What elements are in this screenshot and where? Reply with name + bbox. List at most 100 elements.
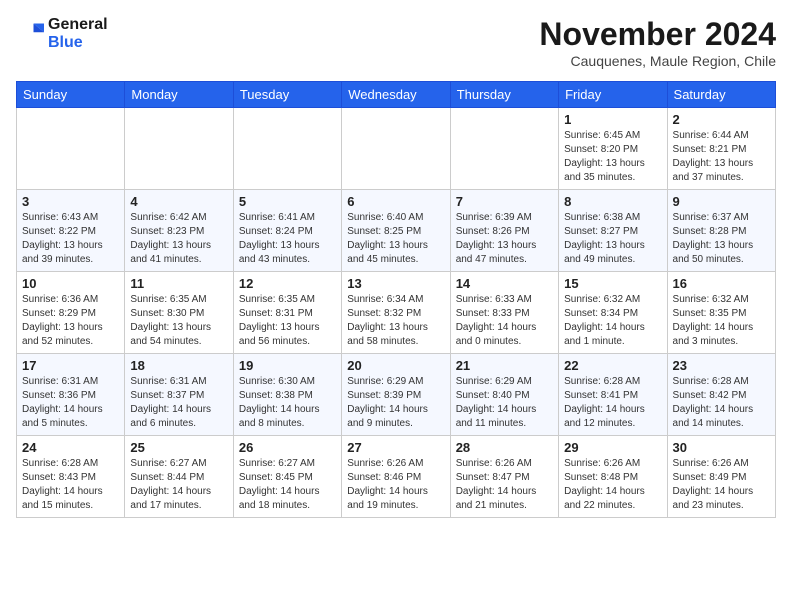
day-number: 18 <box>130 358 227 373</box>
day-number: 14 <box>456 276 553 291</box>
weekday-header-sunday: Sunday <box>17 82 125 108</box>
page-header: General Blue November 2024 Cauquenes, Ma… <box>16 16 776 69</box>
day-number: 15 <box>564 276 661 291</box>
calendar-cell: 26 Sunrise: 6:27 AM Sunset: 8:45 PM Dayli… <box>233 436 341 518</box>
calendar-cell: 10 Sunrise: 6:36 AM Sunset: 8:29 PM Dayli… <box>17 272 125 354</box>
day-number: 7 <box>456 194 553 209</box>
day-content: Sunrise: 6:28 AM Sunset: 8:41 PM Dayligh… <box>564 375 661 431</box>
calendar-week-4: 17 Sunrise: 6:31 AM Sunset: 8:36 PM Dayli… <box>17 354 776 436</box>
day-content: Sunrise: 6:27 AM Sunset: 8:45 PM Dayligh… <box>239 457 336 513</box>
calendar-cell: 5 Sunrise: 6:41 AM Sunset: 8:24 PM Daylig… <box>233 190 341 272</box>
weekday-header-wednesday: Wednesday <box>342 82 450 108</box>
day-number: 5 <box>239 194 336 209</box>
day-content: Sunrise: 6:44 AM Sunset: 8:21 PM Dayligh… <box>673 129 770 185</box>
weekday-header-thursday: Thursday <box>450 82 558 108</box>
weekday-header-saturday: Saturday <box>667 82 775 108</box>
calendar-header-row: SundayMondayTuesdayWednesdayThursdayFrid… <box>17 82 776 108</box>
calendar-cell: 17 Sunrise: 6:31 AM Sunset: 8:36 PM Dayli… <box>17 354 125 436</box>
day-number: 21 <box>456 358 553 373</box>
day-number: 29 <box>564 440 661 455</box>
day-content: Sunrise: 6:42 AM Sunset: 8:23 PM Dayligh… <box>130 211 227 267</box>
day-content: Sunrise: 6:31 AM Sunset: 8:37 PM Dayligh… <box>130 375 227 431</box>
calendar-week-1: 1Sunrise: 6:45 AM Sunset: 8:20 PM Daylig… <box>17 108 776 190</box>
day-number: 22 <box>564 358 661 373</box>
calendar-cell: 30Sunrise: 6:26 AM Sunset: 8:49 PM Dayli… <box>667 436 775 518</box>
calendar-cell: 24Sunrise: 6:28 AM Sunset: 8:43 PM Dayli… <box>17 436 125 518</box>
day-content: Sunrise: 6:37 AM Sunset: 8:28 PM Dayligh… <box>673 211 770 267</box>
day-number: 27 <box>347 440 444 455</box>
calendar-cell: 29 Sunrise: 6:26 AM Sunset: 8:48 PM Dayli… <box>559 436 667 518</box>
calendar-cell <box>17 108 125 190</box>
day-number: 26 <box>239 440 336 455</box>
day-content: Sunrise: 6:30 AM Sunset: 8:38 PM Dayligh… <box>239 375 336 431</box>
day-content: Sunrise: 6:39 AM Sunset: 8:26 PM Dayligh… <box>456 211 553 267</box>
calendar-cell: 21Sunrise: 6:29 AM Sunset: 8:40 PM Dayli… <box>450 354 558 436</box>
calendar-cell: 18 Sunrise: 6:31 AM Sunset: 8:37 PM Dayli… <box>125 354 233 436</box>
day-content: Sunrise: 6:31 AM Sunset: 8:36 PM Dayligh… <box>22 375 119 431</box>
day-content: Sunrise: 6:43 AM Sunset: 8:22 PM Dayligh… <box>22 211 119 267</box>
day-content: Sunrise: 6:26 AM Sunset: 8:47 PM Dayligh… <box>456 457 553 513</box>
calendar-cell: 1Sunrise: 6:45 AM Sunset: 8:20 PM Daylig… <box>559 108 667 190</box>
calendar-cell: 23Sunrise: 6:28 AM Sunset: 8:42 PM Dayli… <box>667 354 775 436</box>
day-content: Sunrise: 6:33 AM Sunset: 8:33 PM Dayligh… <box>456 293 553 349</box>
calendar-cell: 15 Sunrise: 6:32 AM Sunset: 8:34 PM Dayli… <box>559 272 667 354</box>
title-section: November 2024 Cauquenes, Maule Region, C… <box>539 16 776 69</box>
day-content: Sunrise: 6:32 AM Sunset: 8:34 PM Dayligh… <box>564 293 661 349</box>
calendar-cell <box>342 108 450 190</box>
logo-line2: Blue <box>48 34 108 52</box>
weekday-header-friday: Friday <box>559 82 667 108</box>
day-number: 4 <box>130 194 227 209</box>
day-content: Sunrise: 6:28 AM Sunset: 8:43 PM Dayligh… <box>22 457 119 513</box>
weekday-header-tuesday: Tuesday <box>233 82 341 108</box>
day-number: 13 <box>347 276 444 291</box>
calendar-table: SundayMondayTuesdayWednesdayThursdayFrid… <box>16 81 776 518</box>
calendar-week-3: 10 Sunrise: 6:36 AM Sunset: 8:29 PM Dayli… <box>17 272 776 354</box>
day-content: Sunrise: 6:29 AM Sunset: 8:39 PM Dayligh… <box>347 375 444 431</box>
day-number: 2 <box>673 112 770 127</box>
day-number: 19 <box>239 358 336 373</box>
calendar-cell: 9 Sunrise: 6:37 AM Sunset: 8:28 PM Daylig… <box>667 190 775 272</box>
calendar-cell <box>450 108 558 190</box>
day-content: Sunrise: 6:41 AM Sunset: 8:24 PM Dayligh… <box>239 211 336 267</box>
calendar-cell: 22 Sunrise: 6:28 AM Sunset: 8:41 PM Dayli… <box>559 354 667 436</box>
month-title: November 2024 <box>539 16 776 53</box>
day-content: Sunrise: 6:40 AM Sunset: 8:25 PM Dayligh… <box>347 211 444 267</box>
calendar-cell: 16 Sunrise: 6:32 AM Sunset: 8:35 PM Dayli… <box>667 272 775 354</box>
calendar-cell: 7 Sunrise: 6:39 AM Sunset: 8:26 PM Daylig… <box>450 190 558 272</box>
day-number: 9 <box>673 194 770 209</box>
calendar-cell: 25 Sunrise: 6:27 AM Sunset: 8:44 PM Dayli… <box>125 436 233 518</box>
day-number: 8 <box>564 194 661 209</box>
day-content: Sunrise: 6:45 AM Sunset: 8:20 PM Dayligh… <box>564 129 661 185</box>
calendar-cell: 3Sunrise: 6:43 AM Sunset: 8:22 PM Daylig… <box>17 190 125 272</box>
logo: General Blue <box>16 16 108 51</box>
day-number: 28 <box>456 440 553 455</box>
location-subtitle: Cauquenes, Maule Region, Chile <box>539 53 776 69</box>
calendar-cell: 28 Sunrise: 6:26 AM Sunset: 8:47 PM Dayli… <box>450 436 558 518</box>
calendar-week-2: 3Sunrise: 6:43 AM Sunset: 8:22 PM Daylig… <box>17 190 776 272</box>
calendar-cell: 11 Sunrise: 6:35 AM Sunset: 8:30 PM Dayli… <box>125 272 233 354</box>
calendar-cell <box>125 108 233 190</box>
calendar-cell: 13Sunrise: 6:34 AM Sunset: 8:32 PM Dayli… <box>342 272 450 354</box>
day-number: 23 <box>673 358 770 373</box>
weekday-header-monday: Monday <box>125 82 233 108</box>
day-content: Sunrise: 6:38 AM Sunset: 8:27 PM Dayligh… <box>564 211 661 267</box>
day-number: 12 <box>239 276 336 291</box>
day-number: 25 <box>130 440 227 455</box>
day-number: 10 <box>22 276 119 291</box>
calendar-week-5: 24Sunrise: 6:28 AM Sunset: 8:43 PM Dayli… <box>17 436 776 518</box>
day-content: Sunrise: 6:27 AM Sunset: 8:44 PM Dayligh… <box>130 457 227 513</box>
calendar-cell: 19 Sunrise: 6:30 AM Sunset: 8:38 PM Dayli… <box>233 354 341 436</box>
calendar-cell <box>233 108 341 190</box>
calendar-cell: 6 Sunrise: 6:40 AM Sunset: 8:25 PM Daylig… <box>342 190 450 272</box>
day-content: Sunrise: 6:32 AM Sunset: 8:35 PM Dayligh… <box>673 293 770 349</box>
day-number: 16 <box>673 276 770 291</box>
calendar-cell: 8 Sunrise: 6:38 AM Sunset: 8:27 PM Daylig… <box>559 190 667 272</box>
day-number: 6 <box>347 194 444 209</box>
day-content: Sunrise: 6:36 AM Sunset: 8:29 PM Dayligh… <box>22 293 119 349</box>
calendar-cell: 20Sunrise: 6:29 AM Sunset: 8:39 PM Dayli… <box>342 354 450 436</box>
day-content: Sunrise: 6:26 AM Sunset: 8:48 PM Dayligh… <box>564 457 661 513</box>
calendar-cell: 12Sunrise: 6:35 AM Sunset: 8:31 PM Dayli… <box>233 272 341 354</box>
day-number: 11 <box>130 276 227 291</box>
day-content: Sunrise: 6:35 AM Sunset: 8:30 PM Dayligh… <box>130 293 227 349</box>
day-number: 17 <box>22 358 119 373</box>
